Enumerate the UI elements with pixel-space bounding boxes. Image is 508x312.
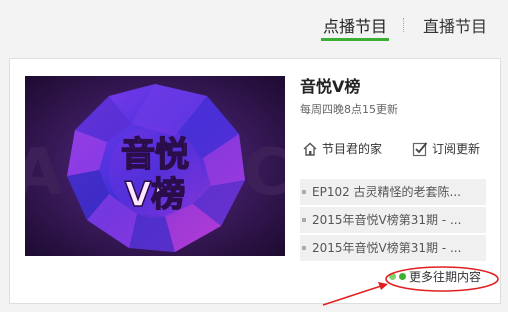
- show-schedule: 每周四晚8点15更新: [300, 103, 398, 116]
- bullet-icon: [302, 246, 306, 250]
- program-home-label: 节目君的家: [322, 142, 383, 156]
- episode-title: 2015年音悦V榜第31期 - ...: [312, 241, 462, 255]
- tab-on-demand[interactable]: 点播节目: [320, 13, 390, 41]
- episode-title: 2015年音悦V榜第31期 - ...: [312, 213, 462, 227]
- tab-divider: [403, 18, 405, 32]
- more-episodes-link[interactable]: 更多往期内容: [389, 268, 481, 285]
- tab-bar: 点播节目 直播节目: [0, 0, 508, 46]
- episode-item[interactable]: EP102 古灵精怪的老套陈...: [300, 179, 486, 205]
- poster-title-line1: 音悦: [121, 135, 189, 175]
- green-dot-icon: [389, 273, 396, 280]
- house-icon: [303, 142, 317, 156]
- program-home-button[interactable]: 节目君的家: [302, 140, 382, 157]
- show-poster[interactable]: A C 音悦 V榜: [25, 76, 285, 256]
- subscribe-label: 订阅更新: [432, 142, 481, 156]
- green-dot-icon: [399, 273, 406, 280]
- bullet-icon: [302, 218, 306, 222]
- show-actions: 节目君的家 订阅更新: [300, 140, 490, 162]
- poster-image: A C 音悦 V榜: [25, 76, 285, 256]
- episode-title: EP102 古灵精怪的老套陈...: [312, 185, 461, 199]
- more-episodes-label: 更多往期内容: [409, 270, 482, 284]
- show-title[interactable]: 音悦V榜: [300, 76, 490, 98]
- poster-title-line2: V榜: [125, 175, 185, 215]
- tab-live[interactable]: 直播节目: [423, 13, 487, 37]
- episode-list: EP102 古灵精怪的老套陈... 2015年音悦V榜第31期 - ... 20…: [300, 179, 486, 263]
- checkbox-check-icon: [412, 141, 428, 156]
- subscribe-button[interactable]: 订阅更新: [412, 140, 480, 157]
- svg-text:C: C: [243, 136, 285, 210]
- svg-text:A: A: [25, 136, 63, 210]
- show-info: 音悦V榜 每周四晚8点15更新 节目君的家 订阅更新 EP102 古灵精怪的老套…: [300, 76, 490, 261]
- episode-item[interactable]: 2015年音悦V榜第31期 - ...: [300, 207, 486, 233]
- episode-item[interactable]: 2015年音悦V榜第31期 - ...: [300, 235, 486, 261]
- bullet-icon: [302, 190, 306, 194]
